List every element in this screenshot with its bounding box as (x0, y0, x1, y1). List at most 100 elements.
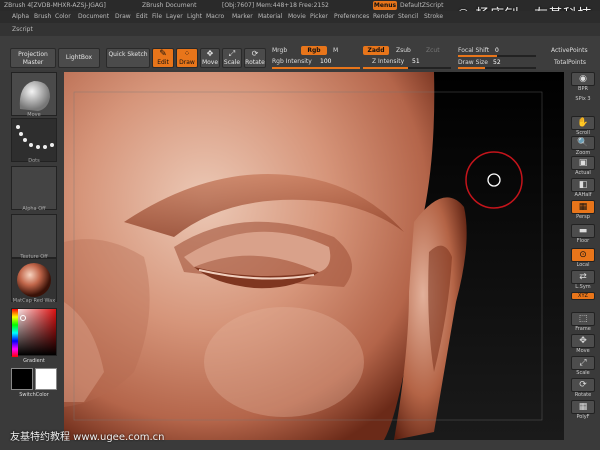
hue-strip[interactable] (12, 309, 18, 357)
frame-button[interactable]: ⬚ (571, 312, 595, 326)
move-label: Move (201, 59, 219, 66)
menu-item-document[interactable]: Document (78, 11, 109, 23)
move-icon: ✥ (206, 49, 214, 58)
menu-item-alpha[interactable]: Alpha (12, 11, 29, 23)
rgb-intensity-label: Rgb Intensity (272, 58, 312, 65)
bpr-button[interactable]: ◉ (571, 72, 595, 86)
move-button[interactable]: ✥ (571, 334, 595, 348)
rotate-button[interactable]: ⟳ Rotate (244, 48, 266, 68)
bpr-label: BPR (578, 86, 588, 92)
menu-item-brush[interactable]: Brush (34, 11, 51, 23)
polyf-icon: ▦ (578, 402, 588, 412)
rgb-intensity-slider[interactable] (272, 67, 360, 69)
polyf-button[interactable]: ▦ (571, 400, 595, 414)
zadd-toggle[interactable]: Zadd (363, 46, 389, 55)
scroll-button[interactable]: ✋ (571, 116, 595, 130)
menu-item-marker[interactable]: Marker (232, 11, 253, 23)
zsub-toggle[interactable]: Zsub (396, 47, 411, 54)
menu-item-stroke[interactable]: Stroke (424, 11, 443, 23)
menu-item-stencil[interactable]: Stencil (398, 11, 418, 23)
menu-item-render[interactable]: Render (373, 11, 394, 23)
projection-master-button[interactable]: Projection Master (10, 48, 56, 68)
menu-item-macro[interactable]: Macro (206, 11, 224, 23)
persp-label: Persp (576, 214, 590, 220)
menu-item-layer[interactable]: Layer (166, 11, 183, 23)
active-points-label: ActivePoints (551, 47, 588, 54)
scale-icon: ⤢ (579, 358, 587, 368)
document-canvas[interactable] (64, 72, 564, 440)
focal-shift-slider[interactable] (458, 55, 536, 57)
draw-icon: ⁘ (183, 49, 191, 58)
menu-item-material[interactable]: Material (258, 11, 282, 23)
actual-icon: ▣ (578, 158, 588, 168)
color-picker[interactable] (11, 308, 57, 357)
primary-color-swatch[interactable] (11, 368, 33, 390)
app-title: ZBrush 4[ZVDB-MHXR-AZSJ-JGAG] (4, 2, 106, 9)
menu-item-zscript[interactable]: Zscript (12, 23, 33, 36)
persp-icon: ▦ (578, 202, 588, 212)
stats-readout: [Obj:7607] Mem:448+18 Free:2152 (222, 2, 329, 9)
alpha-label: Alpha Off (22, 206, 46, 212)
menu-item-draw[interactable]: Draw (115, 11, 131, 23)
l-sym-button[interactable]: ⇄ (571, 270, 595, 284)
draw-button[interactable]: ⁘ Draw (176, 48, 198, 68)
scale-button[interactable]: ⤢ (571, 356, 595, 370)
material-selector[interactable] (11, 258, 57, 302)
stroke-selector[interactable] (11, 118, 57, 162)
aahalf-button[interactable]: ◧ (571, 178, 595, 192)
local-icon: ⊙ (579, 250, 587, 260)
scale-icon: ⤢ (228, 49, 236, 58)
menus-button[interactable]: Menus (373, 1, 397, 10)
scale-label: Scale (576, 370, 590, 376)
menu-item-file[interactable]: File (152, 11, 162, 23)
edit-icon: ✎ (159, 49, 167, 59)
spix-control[interactable]: SPix 3 (566, 96, 600, 102)
persp-button[interactable]: ▦ (571, 200, 595, 214)
actual-label: Actual (575, 170, 591, 176)
scale-label: Scale (223, 59, 241, 66)
color-cursor[interactable] (20, 315, 26, 321)
switch-color-button[interactable]: SwitchColor (11, 392, 57, 398)
bpr-icon: ◉ (579, 74, 587, 84)
floor-button[interactable]: ▬ (571, 224, 595, 238)
brush-selector[interactable] (11, 72, 57, 116)
mrgb-toggle[interactable]: Mrgb (272, 47, 287, 54)
move-button[interactable]: ✥ Move (200, 48, 220, 68)
menu-item-picker[interactable]: Picker (310, 11, 328, 23)
menu-item-light[interactable]: Light (187, 11, 202, 23)
texture-selector[interactable] (11, 214, 57, 258)
z-intensity-label: Z Intensity (372, 58, 405, 65)
scale-button[interactable]: ⤢ Scale (222, 48, 242, 68)
rotate-button[interactable]: ⟳ (571, 378, 595, 392)
xyz-button[interactable]: XYZ (571, 292, 595, 300)
menu-item-preferences[interactable]: Preferences (334, 11, 369, 23)
focal-shift-value: 0 (495, 47, 499, 54)
left-tray: Move Dots Alpha Off Texture Off MatCap R… (0, 70, 60, 450)
edit-button[interactable]: ✎ Edit (152, 48, 174, 68)
alpha-selector[interactable] (11, 166, 57, 210)
local-button[interactable]: ⊙ (571, 248, 595, 262)
z-intensity-slider[interactable] (363, 67, 451, 69)
zoom-button[interactable]: 🔍 (571, 136, 595, 150)
frame-label: Frame (575, 326, 591, 332)
m-toggle[interactable]: M (333, 47, 338, 54)
floor-label: Floor (576, 238, 590, 244)
default-zscript-label[interactable]: DefaultZScript (400, 0, 443, 11)
aahalf-label: AAHalf (574, 192, 592, 198)
draw-label: Draw (179, 59, 195, 66)
menu-item-edit[interactable]: Edit (136, 11, 148, 23)
move-label: Move (576, 348, 590, 354)
draw-size-slider[interactable] (458, 67, 536, 69)
l-sym-label: L.Sym (575, 284, 591, 290)
gradient-label[interactable]: Gradient (11, 358, 57, 364)
menu-item-movie[interactable]: Movie (288, 11, 306, 23)
zscript-bar: Zscript (0, 23, 600, 36)
zcut-toggle[interactable]: Zcut (426, 47, 440, 54)
rgb-toggle[interactable]: Rgb (301, 46, 327, 55)
secondary-color-swatch[interactable] (35, 368, 57, 390)
actual-button[interactable]: ▣ (571, 156, 595, 170)
l-sym-icon: ⇄ (579, 272, 587, 282)
quick-sketch-button[interactable]: Quick Sketch (106, 48, 150, 68)
lightbox-button[interactable]: LightBox (58, 48, 100, 68)
menu-item-color[interactable]: Color (55, 11, 71, 23)
